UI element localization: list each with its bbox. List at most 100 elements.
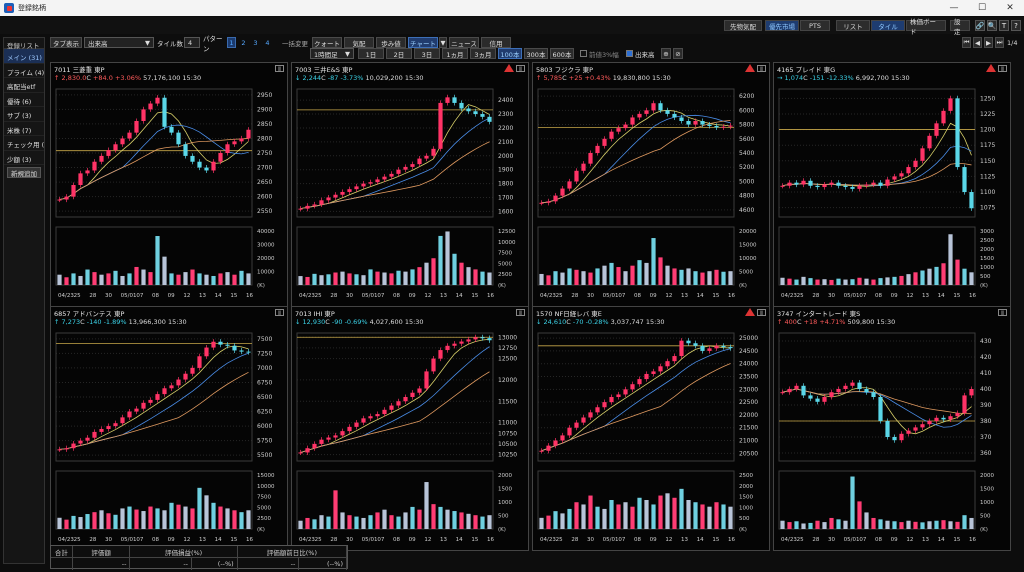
candle-body — [431, 148, 436, 156]
candle-body — [700, 121, 705, 125]
price-chart[interactable]: 1300012750125001200011500110001075010500… — [293, 329, 529, 551]
tab-news[interactable]: ニュース — [449, 37, 479, 48]
stock-tile[interactable]: 7013 IHI 東P ||| ↓ 12,930C -90 -0.69% 4,027… — [291, 306, 529, 551]
sidebar-item-small[interactable]: 少額 (3) — [4, 151, 44, 165]
period-1d[interactable]: 1日 — [358, 48, 384, 59]
chart-settings-icon[interactable]: ||| — [516, 309, 525, 316]
period-100[interactable]: 100本 — [498, 48, 522, 59]
minimize-button[interactable]: — — [940, 0, 968, 16]
stock-tile[interactable]: 3747 インタートレード 東S ||| ↑ 400C +18 +4.71% 509… — [773, 306, 1011, 551]
chart-settings-icon[interactable]: ||| — [998, 65, 1007, 72]
candle-body — [134, 121, 139, 133]
period-3d[interactable]: 3日 — [414, 48, 440, 59]
period-1m[interactable]: 1ヵ月 — [442, 48, 468, 59]
next-page-icon[interactable]: ▶ — [984, 37, 993, 48]
prev-3pct-checkbox[interactable] — [580, 50, 587, 57]
date-tick-label: 16 — [728, 293, 735, 299]
sidebar-item-check[interactable]: チェック用 ( — [4, 136, 44, 151]
price-chart[interactable]: 6200 6000 5800 5600 5400 5200 5000 4800 4600 2000… — [534, 85, 770, 307]
date-tick-label: 28 — [812, 537, 819, 543]
price-chart[interactable]: 430 420 410 400 390 380 370 360 2000 1500 1000 500 (… — [775, 329, 1011, 551]
reset-icon[interactable]: ⊘ — [673, 48, 683, 59]
add-list-button[interactable]: 新規追加 — [7, 167, 41, 178]
candle-body — [539, 450, 544, 452]
tile-count-select[interactable]: 4 — [184, 37, 200, 48]
sidebar-item-high-dividend[interactable]: 高配当etf — [4, 78, 44, 93]
stock-tile[interactable]: 6857 アドバンテス 東P ||| ↑ 7,273C -140 -1.89% 13… — [50, 306, 288, 551]
stock-tile[interactable]: 7011 三菱重 東P ||| ↑ 2,830.0C +84.0 +3.06% 57… — [50, 62, 288, 307]
price-chart[interactable]: 25000 24500 24000 23500 23000 22500 22000 21500… — [534, 329, 770, 551]
chart-settings-icon[interactable]: ||| — [998, 309, 1007, 316]
sidebar-item-benefits[interactable]: 優待 (6) — [4, 93, 44, 107]
period-600[interactable]: 600本 — [550, 48, 574, 59]
stock-tile[interactable]: 7003 三井E&S 東P ||| ↓ 2,244C -87 -3.73% 10,0… — [291, 62, 529, 307]
period-300[interactable]: 300本 — [524, 48, 548, 59]
volume-bar — [941, 263, 946, 285]
chart-settings-icon[interactable]: ||| — [516, 65, 525, 72]
price-chart[interactable]: 2950 2900 2850 2800 2750 2700 2650 2600 2550 4000… — [52, 85, 288, 307]
chart-settings-icon[interactable]: ||| — [757, 309, 766, 316]
last-page-icon[interactable]: ⏭ — [995, 37, 1004, 48]
sidebar-item-sub[interactable]: サブ (3) — [4, 107, 44, 122]
tab-board[interactable]: 気配 — [344, 37, 374, 48]
sidebar-item-us-stocks[interactable]: 米株 (7) — [4, 122, 44, 136]
prev-3pct-toggle[interactable]: 前値3%幅 — [580, 48, 626, 59]
text-size-icon[interactable]: T — [999, 20, 1009, 31]
futures-quote-button[interactable]: 先物気配 — [724, 20, 762, 31]
priority-market-button[interactable]: 優先市場 — [765, 20, 799, 31]
stock-tile[interactable]: 4165 プレイド 東G ||| → 1,074C -151 -12.33% 6,9… — [773, 62, 1011, 307]
stock-board-button[interactable]: 株価ボード — [906, 18, 946, 36]
price-chart[interactable]: 2400230022002100200019001800170016001250… — [293, 85, 529, 307]
zoom-icon[interactable]: ⊕ — [661, 48, 671, 59]
help-icon[interactable]: ? — [1011, 20, 1021, 31]
link-icon[interactable]: 🔗 — [975, 20, 985, 31]
search-icon[interactable]: 🔍 — [987, 20, 997, 31]
pattern-4-button[interactable]: 4 — [263, 37, 272, 48]
close-button[interactable]: ✕ — [996, 0, 1024, 16]
sidebar-item-main[interactable]: メイン (31) — [4, 49, 44, 64]
period-2d[interactable]: 2日 — [386, 48, 412, 59]
tab-ticks[interactable]: 歩み値 — [376, 37, 406, 48]
y-tick-label: 2700 — [257, 165, 272, 172]
volume-tick-label: 15000 — [739, 243, 757, 249]
y-tick-label: 400 — [980, 386, 992, 393]
stock-tile[interactable]: 5803 フジクラ 東P ||| ↑ 5,785C +25 +0.43% 19,83… — [532, 62, 770, 307]
pts-button[interactable]: PTS — [800, 20, 830, 31]
volume-bar — [801, 276, 806, 285]
tab-display-button[interactable]: タブ表示 — [50, 37, 82, 48]
list-view-button[interactable]: リスト — [836, 20, 870, 31]
tile-view-button[interactable]: タイル — [871, 20, 905, 31]
y-tick-label: 1600 — [498, 208, 513, 215]
volume-checkbox[interactable] — [626, 50, 633, 57]
sort-select[interactable]: 出来高 ▼ — [84, 37, 154, 48]
maximize-button[interactable]: ☐ — [968, 0, 996, 16]
y-tick-label: 1200 — [980, 127, 995, 134]
tab-chart[interactable]: チャート — [408, 37, 438, 48]
price-chart[interactable]: 7500 7250 7000 6750 6500 6250 6000 5750 5500 1500… — [52, 329, 288, 551]
date-tick-label: 12 — [906, 537, 913, 543]
stock-tile[interactable]: 1570 NF日経レバ 東E ||| ↓ 24,610C -70 -0.28% 3,… — [532, 306, 770, 551]
pattern-3-button[interactable]: 3 — [251, 37, 260, 48]
volume-bar — [815, 520, 820, 529]
chart-settings-icon[interactable]: ||| — [275, 65, 284, 72]
date-tick-label: 13 — [440, 537, 447, 543]
chart-settings-icon[interactable]: ||| — [275, 309, 284, 316]
tab-credit[interactable]: 信用 — [481, 37, 511, 48]
pattern-2-button[interactable]: 2 — [239, 37, 248, 48]
tab-quote[interactable]: クォート — [312, 37, 342, 48]
first-page-icon[interactable]: ⏮ — [962, 37, 971, 48]
chart-settings-icon[interactable]: ||| — [757, 65, 766, 72]
settings-button[interactable]: 設定 — [950, 18, 970, 36]
volume-bar — [99, 510, 104, 529]
volume-bar — [679, 269, 684, 285]
sidebar-item-prime[interactable]: プライム (4) — [4, 64, 44, 78]
volume-toggle[interactable]: 出来高 — [626, 48, 662, 59]
pattern-1-button[interactable]: 1 — [227, 37, 236, 48]
period-3m[interactable]: 3ヵ月 — [470, 48, 496, 59]
prev-page-icon[interactable]: ◀ — [973, 37, 982, 48]
tab-chart-menu-icon[interactable]: ▼ — [439, 37, 447, 48]
price-chart[interactable]: 1250122512001175115011251100107530002500… — [775, 85, 1011, 307]
candle-body — [78, 173, 83, 185]
volume-bar — [672, 497, 677, 529]
interval-select[interactable]: 1時間足 ▼ — [310, 48, 354, 59]
